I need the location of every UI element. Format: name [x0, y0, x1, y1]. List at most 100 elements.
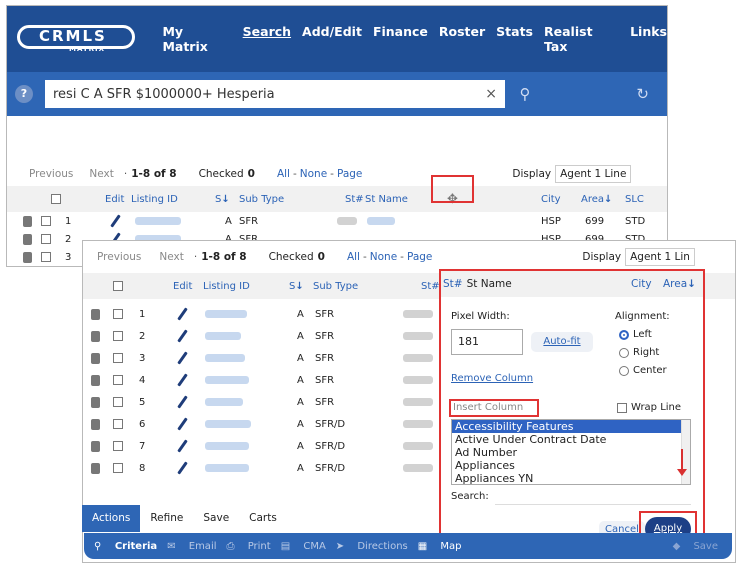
drag-handle-icon[interactable] — [91, 374, 100, 386]
nav-item-finance[interactable]: Finance — [373, 24, 428, 54]
col-city[interactable]: City — [541, 194, 561, 205]
autofit-button[interactable]: Auto-fit — [531, 332, 593, 352]
nav-item-roster[interactable]: Roster — [439, 24, 485, 54]
help-icon[interactable]: ? — [15, 85, 33, 103]
select-page-link[interactable]: Page — [337, 168, 362, 180]
select-none-link[interactable]: None — [300, 168, 327, 180]
column-list[interactable]: Accessibility Features Active Under Cont… — [451, 419, 691, 485]
drag-handle-icon[interactable] — [91, 352, 100, 364]
select-all-link[interactable]: All — [277, 168, 290, 180]
select-all-link[interactable]: All — [347, 251, 360, 263]
nav-item-realist-tax[interactable]: Realist Tax — [544, 24, 619, 54]
row-checkbox[interactable] — [113, 353, 123, 363]
row-checkbox[interactable] — [113, 331, 123, 341]
col-st-num[interactable]: St# — [443, 278, 463, 290]
row-checkbox[interactable] — [113, 419, 123, 429]
display-select[interactable]: Agent 1 Lin — [625, 248, 695, 266]
col-st-name[interactable]: St Name — [467, 278, 512, 290]
edit-pencil-icon[interactable] — [177, 395, 188, 409]
row-checkbox[interactable] — [41, 252, 51, 262]
drag-handle-icon[interactable] — [23, 251, 32, 263]
nav-item-links[interactable]: Links — [630, 24, 667, 54]
col-slc[interactable]: SLC — [625, 194, 644, 205]
save-action[interactable]: ◆ Save — [673, 541, 718, 552]
tab-carts[interactable]: Carts — [239, 505, 287, 532]
next-link[interactable]: Next — [89, 168, 113, 180]
col-area[interactable]: Area↓ — [663, 278, 696, 290]
col-sub-type[interactable]: Sub Type — [313, 281, 358, 292]
wrap-line-checkbox[interactable]: Wrap Line — [617, 402, 681, 413]
nav-item-add-edit[interactable]: Add/Edit — [302, 24, 362, 54]
col-status[interactable]: S↓ — [215, 194, 230, 205]
tab-save[interactable]: Save — [193, 505, 240, 532]
row-checkbox[interactable] — [41, 216, 51, 226]
cma-action[interactable]: ▤ CMA — [281, 541, 326, 552]
edit-pencil-icon[interactable] — [177, 461, 188, 475]
drag-handle-icon[interactable] — [23, 233, 32, 245]
nav-item-search[interactable]: Search — [243, 24, 291, 54]
edit-pencil-icon[interactable] — [177, 417, 188, 431]
col-edit[interactable]: Edit — [173, 281, 192, 292]
search-input[interactable]: resi C A SFR $1000000+ Hesperia × — [45, 80, 505, 108]
select-none-link[interactable]: None — [370, 251, 397, 263]
column-search-input[interactable] — [495, 489, 691, 505]
edit-pencil-icon[interactable] — [110, 214, 121, 228]
column-option[interactable]: Active Under Contract Date — [452, 433, 690, 446]
search-icon[interactable]: ⚲ — [505, 85, 545, 103]
nav-item-stats[interactable]: Stats — [496, 24, 533, 54]
select-all-checkbox[interactable] — [51, 194, 61, 204]
row-checkbox[interactable] — [113, 375, 123, 385]
col-st-name[interactable]: St Name — [365, 194, 408, 205]
history-icon[interactable]: ↻ — [636, 85, 649, 103]
select-all-checkbox[interactable] — [113, 281, 123, 291]
drag-handle-icon[interactable] — [91, 462, 100, 474]
edit-pencil-icon[interactable] — [177, 329, 188, 343]
column-option[interactable]: Ad Number — [452, 446, 690, 459]
pixel-width-input[interactable]: 181 — [451, 329, 523, 355]
drag-handle-icon[interactable] — [91, 418, 100, 430]
print-action[interactable]: ⎙ Print — [227, 541, 271, 552]
col-edit[interactable]: Edit — [105, 194, 124, 205]
edit-pencil-icon[interactable] — [177, 373, 188, 387]
col-city[interactable]: City — [631, 278, 652, 290]
col-status[interactable]: S↓ — [289, 281, 304, 292]
col-listing-id[interactable]: Listing ID — [203, 281, 250, 292]
previous-link[interactable]: Previous — [97, 251, 141, 263]
remove-column-link[interactable]: Remove Column — [451, 373, 533, 384]
next-link[interactable]: Next — [159, 251, 183, 263]
edit-pencil-icon[interactable] — [177, 439, 188, 453]
row-checkbox[interactable] — [113, 309, 123, 319]
drag-handle-icon[interactable] — [23, 215, 32, 227]
col-st-num[interactable]: St# — [421, 281, 440, 292]
tab-actions[interactable]: Actions — [82, 505, 141, 532]
map-action[interactable]: ▦ Map — [418, 541, 462, 552]
drag-handle-icon[interactable] — [91, 330, 100, 342]
drag-handle-icon[interactable] — [91, 308, 100, 320]
table-row[interactable]: 1 A SFR HSP 699 STD — [7, 212, 667, 230]
row-checkbox[interactable] — [113, 463, 123, 473]
row-checkbox[interactable] — [113, 441, 123, 451]
row-checkbox[interactable] — [41, 234, 51, 244]
row-checkbox[interactable] — [113, 397, 123, 407]
col-st-num[interactable]: St# — [345, 194, 364, 205]
select-page-link[interactable]: Page — [407, 251, 432, 263]
edit-pencil-icon[interactable] — [177, 351, 188, 365]
column-option[interactable]: Appliances — [452, 459, 690, 472]
display-select[interactable]: Agent 1 Line — [555, 165, 632, 183]
align-center-radio[interactable]: Center — [619, 365, 667, 376]
criteria-action[interactable]: ⚲ Criteria — [94, 541, 157, 552]
col-area[interactable]: Area↓ — [581, 194, 612, 205]
email-action[interactable]: ✉ Email — [167, 541, 216, 552]
nav-item-my-matrix[interactable]: My Matrix — [162, 24, 231, 54]
previous-link[interactable]: Previous — [29, 168, 73, 180]
clear-icon[interactable]: × — [485, 86, 497, 102]
tab-refine[interactable]: Refine — [140, 505, 194, 532]
drag-handle-icon[interactable] — [91, 396, 100, 408]
directions-action[interactable]: ➤ Directions — [336, 541, 408, 552]
crmls-logo[interactable]: CRMLS MATRIX — [17, 22, 136, 56]
edit-pencil-icon[interactable] — [177, 307, 188, 321]
col-sub-type[interactable]: Sub Type — [239, 194, 284, 205]
column-option[interactable]: Appliances YN — [452, 472, 690, 484]
column-option[interactable]: Accessibility Features — [452, 420, 682, 433]
align-left-radio[interactable]: Left — [619, 329, 652, 340]
